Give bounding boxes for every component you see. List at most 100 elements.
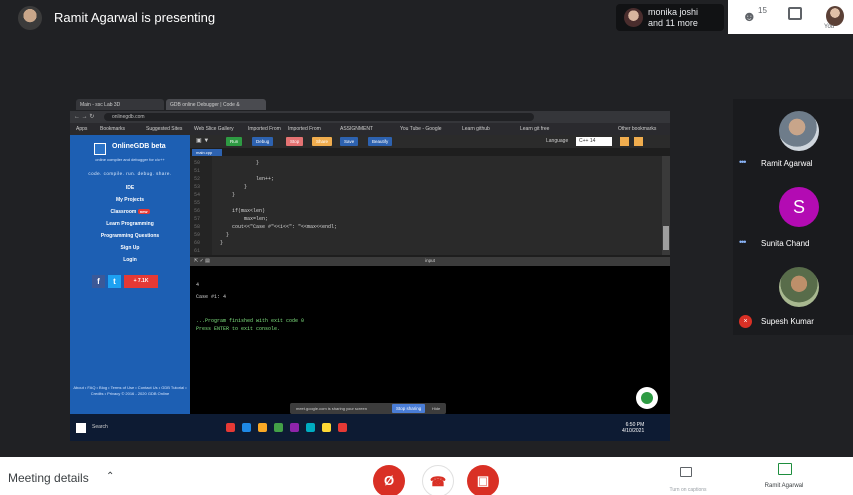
settings-icon[interactable]: [620, 137, 629, 146]
taskbar-app-icon[interactable]: [226, 423, 235, 432]
top-right-controls: ☻ 15 You: [728, 0, 853, 34]
debug-button[interactable]: Debug: [252, 137, 274, 146]
leave-call-button[interactable]: ☎: [422, 465, 454, 495]
shared-screen: Main - ssc Lab 3D GDB online Debugger | …: [70, 97, 670, 441]
presenter-header: Ramit Agarwal is presenting monika joshi…: [0, 0, 853, 36]
language-label: Language: [546, 138, 569, 144]
site-link-projects[interactable]: My Projects: [70, 197, 190, 203]
line-number: 57: [194, 216, 201, 222]
code-line: }: [220, 232, 230, 238]
bookmark-item[interactable]: Bookmarks: [100, 126, 125, 132]
participant-tile[interactable]: S ••• Sunita Chand: [733, 177, 853, 255]
people-count: 15: [758, 6, 767, 15]
bookmark-item[interactable]: Apps: [76, 126, 87, 132]
stop-sharing-button[interactable]: Stop sharing: [392, 404, 426, 413]
presenter-avatar: [18, 6, 42, 30]
participant-tile[interactable]: ••• Ramit Agarwal: [733, 99, 853, 177]
participant-avatar: [779, 267, 819, 307]
back-forward-icon[interactable]: ← → ↻: [74, 113, 94, 120]
browser-tab-active[interactable]: GDB online Debugger | Code &: [166, 99, 266, 110]
site-link-login[interactable]: Login: [70, 257, 190, 263]
info-icon[interactable]: [634, 137, 643, 146]
taskbar-app-icon[interactable]: [306, 423, 315, 432]
editor-scrollbar[interactable]: [662, 156, 670, 255]
code-line: len++;: [220, 176, 275, 182]
feedback-fab[interactable]: [636, 387, 658, 409]
line-number: 60: [194, 240, 201, 246]
save-button[interactable]: Save: [340, 137, 359, 146]
site-link-ide[interactable]: IDE: [70, 185, 190, 191]
hide-banner-button[interactable]: Hide: [432, 406, 440, 411]
site-link-signup[interactable]: Sign Up: [70, 245, 190, 251]
bookmark-item[interactable]: Imported From: [288, 126, 321, 132]
taskbar-app-icon[interactable]: [338, 423, 347, 432]
site-sidebar: OnlineGDB beta online compiler and debug…: [70, 135, 190, 414]
bookmark-item[interactable]: Suggested Sites: [146, 126, 182, 132]
browser-tab[interactable]: Main - ssc Lab 3D: [76, 99, 164, 110]
mic-off-button[interactable]: Ø: [373, 465, 405, 495]
console-output[interactable]: 4 Case #1: 4 ...Program finished with ex…: [190, 266, 670, 414]
code-line: max=len;: [220, 216, 269, 222]
meeting-stage: Ramit Agarwal is presenting monika joshi…: [0, 0, 853, 457]
taskbar-clock: 6:50 PM 4/10/2021: [622, 422, 644, 434]
bookmark-item[interactable]: Web Slice Gallery: [194, 126, 234, 132]
stop-button[interactable]: Stop: [286, 137, 304, 146]
social-share-row: f t + 7.1K: [92, 275, 172, 289]
site-link-questions[interactable]: Programming Questions: [70, 233, 190, 239]
bookmark-item[interactable]: You Tube - Google: [400, 126, 442, 132]
language-select[interactable]: C++ 14: [576, 137, 612, 146]
chip-more: and 11 more: [648, 18, 698, 28]
site-footer: About • FAQ • Blog • Terms of Use • Cont…: [73, 385, 187, 396]
taskbar-app-icon[interactable]: [258, 423, 267, 432]
run-button[interactable]: Run: [226, 137, 243, 146]
share-button[interactable]: Share: [312, 137, 333, 146]
share-icon[interactable]: + 7.1K: [124, 275, 158, 288]
chevron-up-icon[interactable]: ⌃: [106, 471, 114, 482]
line-number: 61: [194, 248, 201, 254]
new-file-icon[interactable]: ▣ ▼: [196, 137, 209, 144]
bookmark-item[interactable]: Learn git free: [520, 126, 549, 132]
audio-indicator-icon: •••: [739, 157, 747, 167]
captions-button[interactable]: Turn on captions: [640, 465, 730, 495]
site-link-classroom[interactable]: Classroom new: [70, 209, 190, 215]
bookmark-item[interactable]: Other bookmarks: [618, 126, 656, 132]
taskbar-app-icon[interactable]: [322, 423, 331, 432]
chat-icon[interactable]: [788, 7, 802, 20]
ide-toolbar: ▣ ▼ Run Debug Stop Share Save Beautify L…: [190, 135, 670, 148]
windows-start-icon[interactable]: [76, 423, 86, 433]
presenting-button[interactable]: Ramit Agarwal: [752, 463, 816, 493]
captions-label: Turn on captions: [669, 487, 707, 493]
people-icon[interactable]: ☻: [742, 8, 757, 24]
line-number: 58: [194, 224, 201, 230]
audio-indicator-icon: •••: [739, 237, 747, 247]
file-tab[interactable]: main.cpp: [192, 149, 222, 156]
editor-scroll-thumb[interactable]: [663, 226, 669, 250]
browser-toolbar: ← → ↻ onlinegdb.com: [70, 111, 670, 123]
taskbar-search[interactable]: Search: [92, 424, 108, 430]
file-tab-bar: main.cpp: [190, 148, 670, 156]
site-logo-icon: [94, 143, 106, 155]
taskbar-app-icon[interactable]: [274, 423, 283, 432]
participant-name: Sunita Chand: [761, 239, 810, 248]
account-icon[interactable]: [826, 6, 844, 26]
bookmark-item[interactable]: Learn github: [462, 126, 490, 132]
bookmark-item[interactable]: Imported From: [248, 126, 281, 132]
taskbar-app-icon[interactable]: [242, 423, 251, 432]
facebook-icon[interactable]: f: [92, 275, 105, 288]
taskbar-app-icon[interactable]: [290, 423, 299, 432]
twitter-icon[interactable]: t: [108, 275, 121, 288]
bookmark-item[interactable]: ASSIGNMENT: [340, 126, 373, 132]
participant-tiles: ••• Ramit Agarwal S ••• Sunita Chand × S…: [733, 99, 853, 335]
participant-avatar: [779, 111, 819, 151]
participant-tile[interactable]: × Supesh Kumar: [733, 255, 853, 333]
code-line: }: [220, 184, 248, 190]
url-field[interactable]: onlinegdb.com: [104, 113, 534, 121]
meeting-details-button[interactable]: Meeting details: [8, 471, 89, 485]
site-link-learn[interactable]: Learn Programming: [70, 221, 190, 227]
chip-name: monika joshi: [648, 7, 699, 17]
beautify-button[interactable]: Beautify: [368, 137, 393, 146]
code-line: }: [220, 192, 236, 198]
participants-chip[interactable]: monika joshi and 11 more: [616, 4, 724, 31]
code-editor[interactable]: 50 51 52 53 54 55 56 57 58 59 60 61 } le…: [190, 156, 662, 255]
camera-off-button[interactable]: ▣: [467, 465, 499, 495]
